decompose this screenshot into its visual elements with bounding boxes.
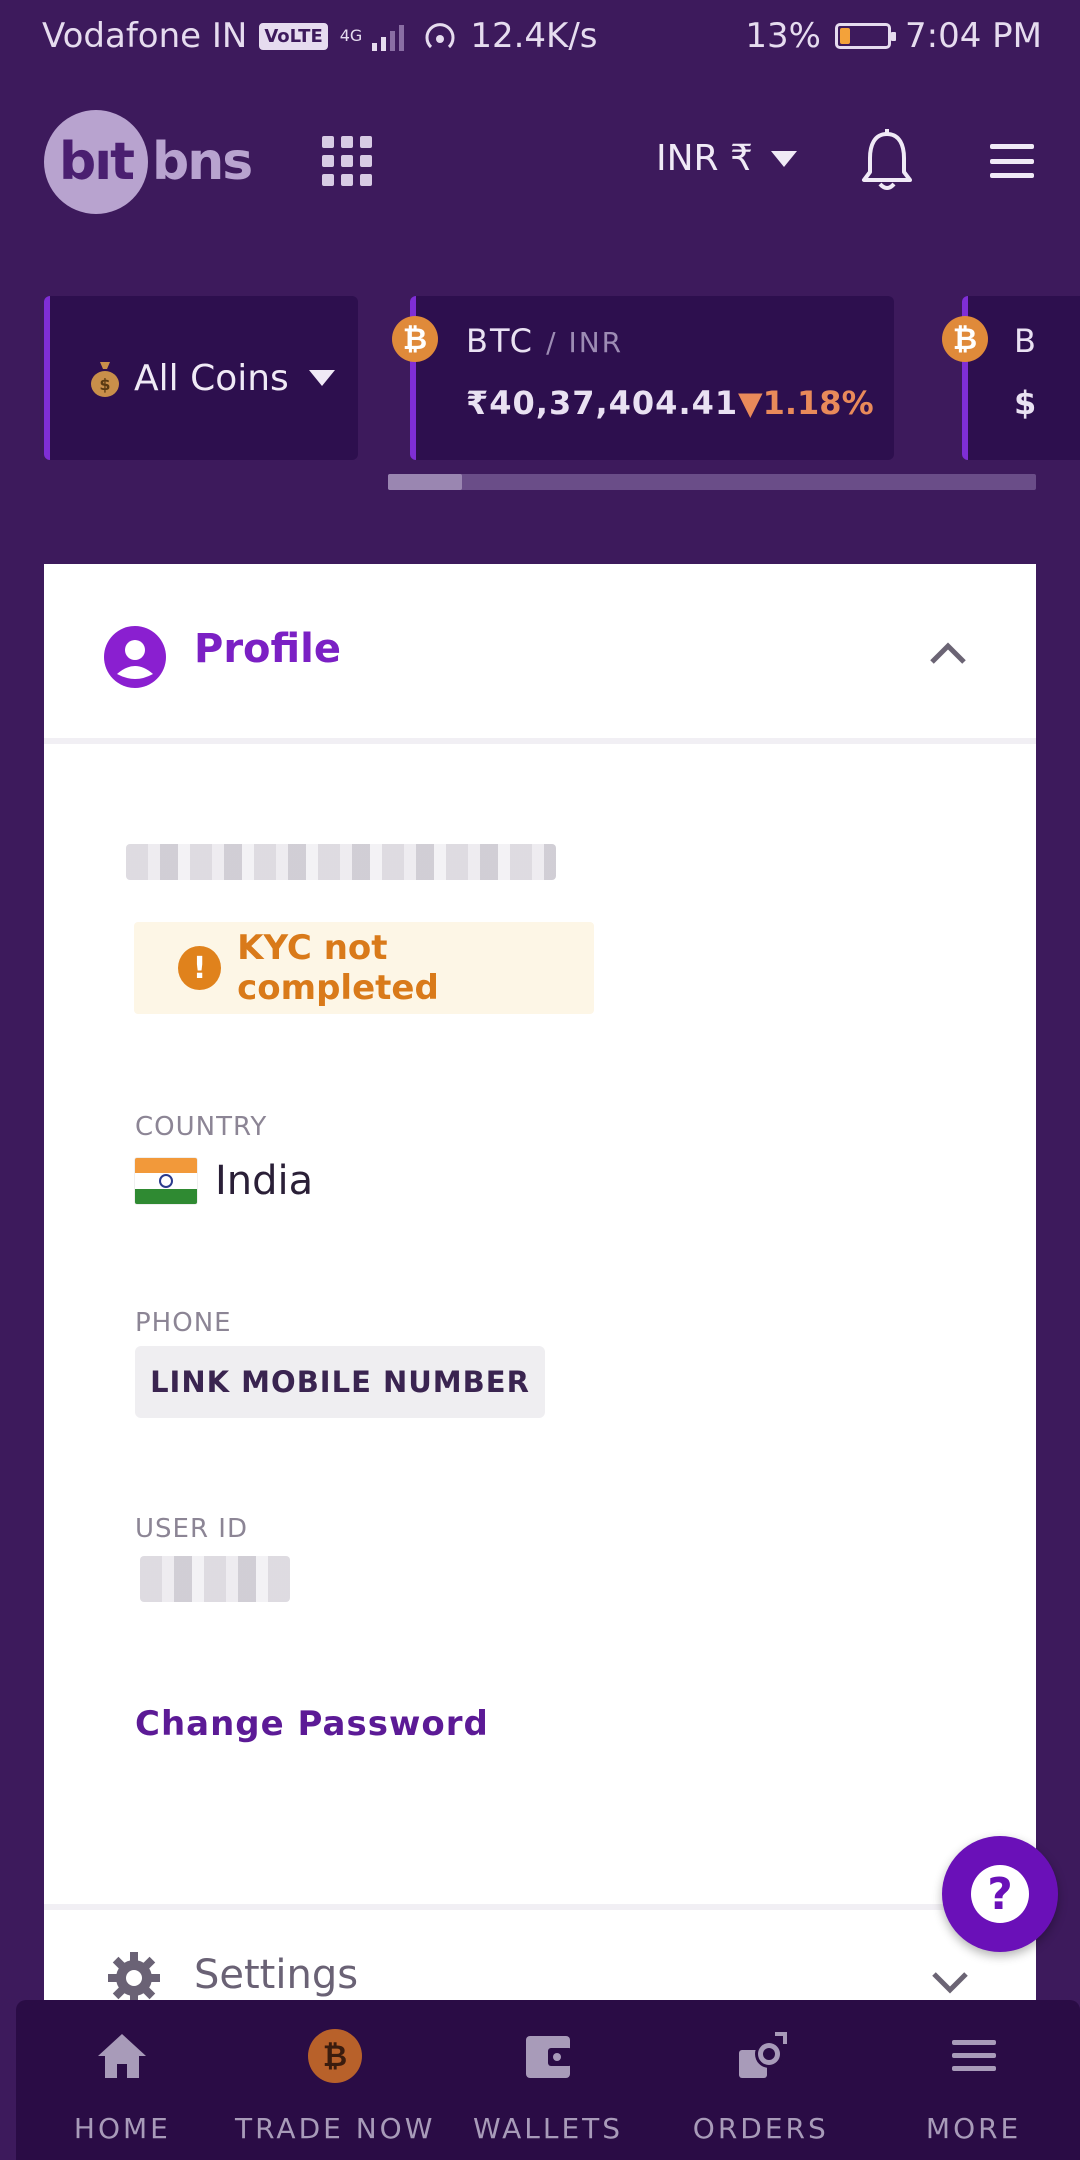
nav-orders[interactable]: ORDERS	[654, 2000, 867, 2160]
scrollbar-thumb[interactable]	[388, 474, 462, 490]
logo-mark: bıt	[44, 110, 148, 214]
ticker-pair: BTC / INR	[466, 322, 624, 360]
nav-more[interactable]: MORE	[867, 2000, 1080, 2160]
bottom-navigation: HOME ₿ TRADE NOW WALLETS ORDERS MORE	[16, 2000, 1080, 2160]
settings-title: Settings	[194, 1952, 359, 1998]
bitbns-logo[interactable]: bıt bns	[44, 110, 253, 214]
clock: 7:04 PM	[905, 16, 1042, 56]
all-coins-label: All Coins	[134, 357, 289, 399]
network-speed: 12.4K/s	[470, 16, 598, 56]
ticker-price: ₹40,37,404.41	[466, 384, 739, 422]
ticker-pair: B	[1014, 322, 1036, 360]
bell-icon[interactable]	[858, 128, 916, 194]
orders-icon	[738, 2032, 787, 2078]
hotspot-icon	[425, 23, 455, 49]
home-icon	[98, 2034, 147, 2078]
help-button[interactable]: ?	[942, 1836, 1058, 1952]
nav-wallets[interactable]: WALLETS	[442, 2000, 655, 2160]
menu-icon	[951, 2040, 996, 2071]
masked-user-id	[140, 1556, 290, 1602]
country-label: COUNTRY	[135, 1112, 268, 1142]
volte-icon: VoLTE	[259, 22, 328, 50]
bitcoin-icon: ₿	[308, 2029, 363, 2083]
nav-label: HOME	[73, 2112, 171, 2145]
kyc-status-text: KYC not completed	[237, 928, 439, 1008]
apps-grid-icon[interactable]	[322, 136, 372, 186]
chevron-up-icon[interactable]	[928, 640, 968, 666]
svg-text:₿: ₿	[323, 2039, 347, 2074]
gear-icon	[108, 1952, 160, 2004]
user-profile-icon	[104, 626, 166, 688]
carrier-name: Vodafone IN	[42, 16, 248, 56]
country-value: India	[135, 1158, 313, 1204]
nav-trade-now[interactable]: ₿ TRADE NOW	[229, 2000, 442, 2160]
user-id-label: USER ID	[135, 1514, 248, 1544]
masked-email	[126, 844, 556, 880]
ticker-price: $	[1014, 384, 1037, 422]
nav-label: ORDERS	[692, 2112, 829, 2145]
ticker-card-partial[interactable]: ₿ B $	[942, 296, 1080, 460]
kyc-status-badge[interactable]: ! KYC not completed	[134, 922, 594, 1014]
change-password-link[interactable]: Change Password	[135, 1704, 489, 1744]
phone-label: PHONE	[135, 1308, 232, 1338]
profile-card: Profile ! KYC not completed COUNTRY Indi…	[44, 564, 1036, 2004]
currency-label: INR ₹	[656, 138, 753, 179]
question-mark-icon: ?	[971, 1865, 1029, 1923]
network-type: 4G	[339, 26, 363, 45]
india-flag-icon	[135, 1158, 197, 1204]
dropdown-arrow-icon	[308, 370, 335, 386]
currency-selector[interactable]: INR ₹	[656, 138, 797, 179]
bitcoin-icon: ₿	[942, 316, 988, 362]
nav-label: MORE	[925, 2112, 1022, 2145]
money-bag-icon: $	[91, 362, 119, 397]
svg-text:$: $	[99, 375, 110, 394]
app-header: bıt bns INR ₹	[0, 100, 1080, 224]
dropdown-arrow-icon	[770, 150, 797, 167]
nav-home[interactable]: HOME	[16, 2000, 229, 2160]
all-coins-dropdown[interactable]: $ All Coins	[44, 296, 358, 460]
signal-icon	[372, 25, 405, 51]
battery-icon	[835, 23, 896, 49]
settings-header[interactable]: Settings	[44, 1904, 1036, 2004]
nav-label: WALLETS	[472, 2112, 624, 2145]
bitcoin-icon: ₿	[392, 316, 438, 362]
profile-title: Profile	[194, 626, 342, 672]
ticker-card-btc-inr[interactable]: ₿ BTC / INR ₹40,37,404.41 ▼1.18%	[392, 296, 894, 460]
ticker-scrollbar[interactable]	[388, 474, 1036, 490]
wallet-icon	[525, 2036, 572, 2078]
ticker-change: ▼1.18%	[738, 384, 874, 422]
price-ticker: $ All Coins ₿ BTC / INR ₹40,37,404.41 ▼1…	[0, 296, 1080, 496]
warning-icon: !	[178, 946, 222, 990]
chevron-down-icon[interactable]	[930, 1970, 970, 1996]
profile-header[interactable]: Profile	[44, 564, 1036, 744]
nav-label: TRADE NOW	[234, 2112, 436, 2145]
link-mobile-button[interactable]: LINK MOBILE NUMBER	[135, 1346, 545, 1418]
hamburger-menu-icon[interactable]	[990, 144, 1034, 178]
status-bar: Vodafone IN VoLTE 4G 12.4K/s 13% 7:04 PM	[0, 0, 1080, 76]
battery-percent: 13%	[745, 16, 821, 56]
logo-text: bns	[152, 132, 253, 192]
country-name: India	[215, 1158, 314, 1204]
